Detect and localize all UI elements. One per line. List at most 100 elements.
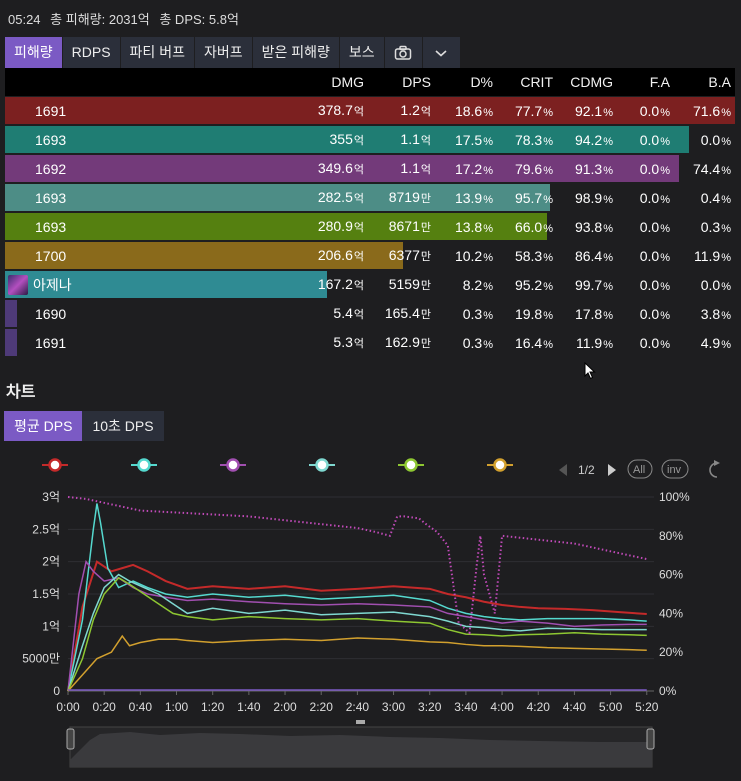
table-row[interactable]: 1700 206.6억 6377만 10.2% 58.3% 86.4% 0.0% 11.9%	[5, 241, 735, 270]
series-line-secondary	[67, 496, 647, 635]
tab-damage-taken[interactable]: 받은 피해량	[252, 37, 340, 68]
legend-marker[interactable]	[493, 458, 507, 472]
x-tick-label: 4:40	[563, 700, 587, 714]
tab-self-buff[interactable]: 자버프	[194, 37, 253, 68]
row-ba: 11.9%	[694, 247, 731, 264]
more-dropdown-button[interactable]	[422, 37, 461, 68]
legend-page: 1/2	[578, 463, 595, 477]
x-tick-label: 2:40	[346, 700, 370, 714]
col-dps[interactable]: DPS	[367, 74, 433, 90]
all-toggle-label: All	[633, 464, 645, 476]
col-crit[interactable]: CRIT	[495, 74, 555, 90]
row-fa: 0.0%	[639, 102, 670, 119]
row-dmg: 5.3억	[333, 334, 364, 350]
next-page-icon[interactable]	[608, 464, 616, 476]
y-tick-label: 1억	[42, 619, 60, 633]
range-handle-right[interactable]	[646, 728, 655, 750]
table-row[interactable]: 1691 5.3억 162.9만 0.3% 16.4% 11.9% 0.0% 4.9%	[5, 328, 735, 357]
tab-rdps[interactable]: RDPS	[62, 37, 121, 68]
table-row[interactable]: 1693 280.9억 8671만 13.8% 66.0% 93.8% 0.0% 0.3%	[5, 212, 735, 241]
range-drag-handle[interactable]	[356, 720, 365, 724]
total-dps: 총 DPS: 5.8억	[159, 12, 239, 27]
legend-marker[interactable]	[404, 458, 418, 472]
tab-boss[interactable]: 보스	[339, 37, 385, 68]
col-cdmg[interactable]: CDMG	[555, 74, 615, 90]
row-dps: 1.2억	[400, 102, 431, 118]
stats-bar: 05:24 총 피해량: 2031억 총 DPS: 5.8억	[8, 9, 245, 28]
row-ba: 71.6%	[692, 102, 731, 119]
row-dpercent: 0.3%	[462, 334, 493, 351]
x-axis-ticks: 0:00 0:20 0:40 1:00 1:20 1:40 2:00 2:20 2:40 3:00…	[56, 690, 659, 714]
tab-average-dps[interactable]: 평균 DPS	[4, 411, 83, 441]
row-crit: 77.7%	[514, 102, 553, 119]
row-dmg: 280.9억	[317, 218, 364, 234]
prev-page-icon[interactable]	[559, 464, 567, 476]
col-dmg[interactable]: DMG	[223, 74, 367, 90]
y-tick-label: 2.5억	[32, 522, 60, 536]
row-fa: 0.0%	[639, 131, 670, 148]
table-row[interactable]: 1691 378.7억 1.2억 18.6% 77.7% 92.1% 0.0% 71.6%	[5, 96, 735, 125]
table-row[interactable]: 아제나 167.2억 5159만 8.2% 95.2% 99.7% 0.0% 0.0%	[5, 270, 735, 299]
row-dpercent: 13.8%	[454, 218, 493, 235]
row-dmg: 282.5억	[317, 189, 364, 205]
y-axis-ticks: 0 5000만 1억 1.5억 2억 2.5억 3억	[22, 490, 60, 698]
tab-damage[interactable]: 피해량	[5, 37, 63, 68]
row-dps: 165.4만	[384, 305, 431, 321]
mouse-cursor-icon	[584, 362, 596, 380]
row-ba: 3.8%	[700, 305, 731, 322]
player-name: 1691	[35, 334, 67, 351]
player-name: 1691	[35, 102, 67, 119]
table-row[interactable]: 1690 5.4억 165.4만 0.3% 19.8% 17.8% 0.0% 3.8%	[5, 299, 735, 328]
x-tick-label: 2:20	[310, 700, 334, 714]
refresh-icon[interactable]	[709, 460, 720, 478]
x-tick-label: 1:20	[201, 700, 225, 714]
x-tick-label: 1:40	[237, 700, 261, 714]
col-fa[interactable]: F.A	[615, 74, 672, 90]
col-ba[interactable]: B.A	[672, 74, 735, 90]
player-name: 1700	[35, 247, 67, 264]
row-crit: 16.4%	[514, 334, 553, 351]
range-handle-left[interactable]	[66, 728, 75, 750]
y-tick-label: 2억	[42, 555, 60, 569]
chart-section-title: 차트	[6, 384, 36, 401]
row-dps: 5159만	[388, 276, 431, 292]
col-dpercent[interactable]: D%	[433, 74, 495, 90]
time-range-slider[interactable]	[66, 720, 655, 768]
row-crit: 78.3%	[514, 131, 553, 148]
table-row[interactable]: 1693 355억 1.1억 17.5% 78.3% 94.2% 0.0% 0.0%	[5, 125, 735, 154]
dps-chart: 1/2 All inv 0 5000만 1억 1.5억 2억 2.5억 3억 0% 20% 40…	[22, 458, 720, 768]
legend-marker[interactable]	[48, 458, 62, 472]
row-cdmg: 11.9%	[576, 334, 613, 351]
row-crit: 66.0%	[514, 218, 553, 235]
legend-marker[interactable]	[137, 458, 151, 472]
x-tick-label: 0:00	[56, 700, 80, 714]
row-ba: 0.4%	[700, 189, 731, 206]
row-ba: 0.3%	[700, 218, 731, 235]
chevron-down-icon	[435, 49, 447, 57]
table-body: 1691 378.7억 1.2억 18.6% 77.7% 92.1% 0.0% 71.6% 16…	[5, 96, 735, 357]
row-dpercent: 13.9%	[454, 189, 493, 206]
chart-legend	[42, 458, 513, 472]
row-fa: 0.0%	[639, 218, 670, 235]
row-cdmg: 91.3%	[574, 160, 613, 177]
row-crit: 19.8%	[514, 305, 553, 322]
screenshot-button[interactable]	[384, 37, 423, 68]
x-tick-label: 4:20	[527, 700, 551, 714]
legend-marker[interactable]	[226, 458, 240, 472]
player-name: 1693	[35, 218, 67, 235]
row-dmg: 355억	[329, 131, 364, 147]
x-tick-label: 5:20	[635, 700, 659, 714]
tab-party-buff[interactable]: 파티 버프	[120, 37, 195, 68]
player-name: 아제나	[5, 274, 223, 295]
x-tick-label: 3:00	[382, 700, 406, 714]
table-row[interactable]: 1692 349.6억 1.1억 17.2% 79.6% 91.3% 0.0% 74.4%	[5, 154, 735, 183]
y-tick-label: 1.5억	[32, 587, 60, 601]
row-fa: 0.0%	[639, 160, 670, 177]
row-cdmg: 17.8%	[574, 305, 613, 322]
chart-grid	[68, 496, 654, 692]
legend-marker[interactable]	[315, 458, 329, 472]
table-row[interactable]: 1693 282.5억 8719만 13.9% 95.7% 98.9% 0.0% 0.4%	[5, 183, 735, 212]
row-cdmg: 92.1%	[574, 102, 613, 119]
tab-10s-dps[interactable]: 10초 DPS	[82, 411, 164, 441]
row-dps: 6377만	[388, 247, 431, 263]
